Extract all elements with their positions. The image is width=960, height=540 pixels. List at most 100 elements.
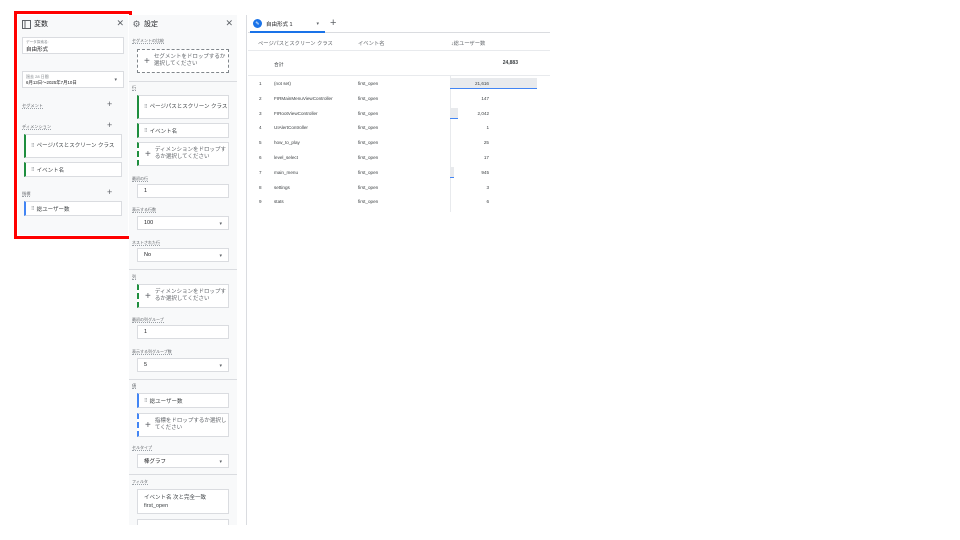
row-index: 6 xyxy=(259,155,262,160)
columns-drop-zone[interactable]: + ディメンションをドロップするか選択してください xyxy=(137,284,229,308)
dimension-chip-page-path[interactable]: ⠿ ページパスとスクリーン クラス xyxy=(24,134,122,158)
column-header-page-path[interactable]: ページパスとスクリーン クラス xyxy=(258,39,333,47)
variables-title: 変数 xyxy=(34,21,48,28)
row-index: 3 xyxy=(259,110,262,116)
row-page-path: level_select xyxy=(274,155,299,160)
row-event-name: first_open xyxy=(358,125,379,131)
close-icon[interactable]: ✕ xyxy=(116,18,124,28)
drag-handle-icon: ⠿ xyxy=(31,143,35,149)
filter-chip[interactable]: イベント名 次と完全一致 first_open xyxy=(137,489,229,514)
row-total-users: 2,042 xyxy=(477,110,490,116)
variables-panel: 変数 ✕ データ探索名: 自由形式 過去 28 日間 6月13日～2025年7月… xyxy=(18,15,128,235)
row-total-users: 945 xyxy=(481,169,489,175)
row-event-name: first_open xyxy=(358,95,379,101)
add-tab-button[interactable]: + xyxy=(330,17,336,29)
settings-panel: ⚙ 設定 ✕ セグメントの比較 + セグメントをドロップするか選択してください … xyxy=(129,15,237,525)
show-rows-value: 100 xyxy=(144,220,154,226)
rows-drop-text: ディメンションをドロップするか選択してください xyxy=(154,147,226,160)
row-page-path: settings xyxy=(274,184,290,190)
table-row[interactable]: 6 level_select first_open 17 xyxy=(248,152,550,167)
users-bar xyxy=(450,107,459,118)
row-page-path: UIAlertController xyxy=(274,125,308,131)
users-bar xyxy=(450,78,537,88)
segment-drop-zone[interactable]: + セグメントをドロップするか選択してください xyxy=(137,49,229,73)
row-page-path: FIRootViewController xyxy=(274,110,318,116)
row-event-name: first_open xyxy=(358,199,379,205)
drag-handle-icon: ⠿ xyxy=(31,166,35,173)
users-bar xyxy=(450,166,454,177)
plus-icon: + xyxy=(145,148,151,160)
totals-row: 合計 24,883 xyxy=(248,50,550,76)
chevron-down-icon: ▾ xyxy=(219,363,222,369)
cell-type-select[interactable]: 棒グラフ ▾ xyxy=(137,454,229,468)
row-total-users: 3 xyxy=(486,184,489,190)
rows-section-divider xyxy=(129,81,237,82)
row-event-name: first_open xyxy=(358,81,379,86)
tab-bar: ✎ 自由形式 1 ▾ + xyxy=(248,15,550,33)
table-row[interactable]: 5 how_to_play first_open 25 xyxy=(248,137,550,152)
row-total-users: 147 xyxy=(481,95,489,101)
cell-type-value: 棒グラフ xyxy=(144,459,167,465)
exploration-name-field[interactable]: データ探索名: 自由形式 xyxy=(22,37,124,54)
show-rows-label: 表示する行数 xyxy=(132,207,156,213)
show-rows-select[interactable]: 100 ▾ xyxy=(137,216,229,230)
chevron-down-icon: ▾ xyxy=(219,253,222,259)
row-event-name: first_open xyxy=(358,140,379,146)
row-page-path: FIRMainMenuViewController xyxy=(274,95,333,101)
table-row[interactable]: 1 (not set) first_open 21,616 xyxy=(248,78,550,93)
users-bar-underline xyxy=(450,88,537,89)
rows-drop-zone[interactable]: + ディメンションをドロップするか選択してください xyxy=(137,142,229,166)
row-total-users: 6 xyxy=(486,199,489,205)
row-chip-event-name[interactable]: ⠿ イベント名 xyxy=(137,123,229,138)
row-event-name: first_open xyxy=(358,184,379,190)
close-icon[interactable]: ✕ xyxy=(225,18,233,28)
columns-label: 列 xyxy=(132,274,137,280)
start-col-group-value: 1 xyxy=(144,329,148,335)
drag-handle-icon: ⠿ xyxy=(144,127,148,134)
dimension-chip-event-name[interactable]: ⠿ イベント名 xyxy=(24,162,122,177)
column-header-event-name[interactable]: イベント名 xyxy=(358,39,385,47)
users-bar-underline xyxy=(450,176,454,178)
nested-rows-label: ネストされた行 xyxy=(132,240,160,246)
table-row[interactable]: 8 settings first_open 3 xyxy=(248,182,550,197)
value-chip-total-users[interactable]: ⠿ 総ユーザー数 xyxy=(137,393,229,408)
tab-label: 自由形式 1 xyxy=(266,21,293,28)
start-row-input[interactable]: 1 xyxy=(137,184,229,198)
drag-handle-icon: ⠿ xyxy=(144,104,148,110)
add-dimension-button[interactable]: + xyxy=(107,121,112,130)
show-col-groups-select[interactable]: 5 ▾ xyxy=(137,358,229,372)
users-bar-underline xyxy=(450,117,459,119)
table-row[interactable]: 2 FIRMainMenuViewController first_open 147 xyxy=(248,92,550,108)
table-row[interactable]: 3 FIRootViewController first_open 2,042 xyxy=(248,107,550,123)
table-row[interactable]: 7 main_menu first_open 945 xyxy=(248,166,550,182)
row-index: 2 xyxy=(259,95,262,101)
row-index: 9 xyxy=(259,199,262,205)
values-drop-zone[interactable]: + 指標をドロップするか選択してください xyxy=(137,413,229,437)
row-index: 5 xyxy=(259,140,262,146)
filter-drop-zone[interactable] xyxy=(137,519,229,525)
values-section-divider xyxy=(129,379,237,380)
row-index: 8 xyxy=(259,184,262,190)
plus-icon: + xyxy=(145,419,151,431)
drag-handle-icon: ⠿ xyxy=(31,205,35,212)
date-range-picker[interactable]: 過去 28 日間 6月13日～2025年7月10日 ▾ xyxy=(22,71,124,88)
tab-freeform-1[interactable]: ✎ 自由形式 1 ▾ xyxy=(250,16,325,33)
chevron-down-icon: ▾ xyxy=(219,459,222,465)
table-row[interactable]: 9 stats first_open 6 xyxy=(248,196,550,211)
add-segment-button[interactable]: + xyxy=(107,100,112,109)
row-page-path: how_to_play xyxy=(274,140,300,146)
values-label: 値 xyxy=(132,383,137,389)
column-header-total-users[interactable]: ↓総ユーザー数 xyxy=(451,39,485,47)
start-col-group-input[interactable]: 1 xyxy=(137,325,229,339)
columns-drop-text: ディメンションをドロップするか選択してください xyxy=(154,289,226,302)
nested-rows-select[interactable]: No ▾ xyxy=(137,248,229,262)
value-chip-label: 総ユーザー数 xyxy=(149,398,183,405)
chevron-down-icon[interactable]: ▾ xyxy=(316,21,319,27)
chevron-down-icon: ▾ xyxy=(219,221,222,227)
add-metric-button[interactable]: + xyxy=(107,188,112,197)
metric-chip-total-users[interactable]: ⠿ 総ユーザー数 xyxy=(24,201,122,216)
row-chip-page-path[interactable]: ⠿ ページパスとスクリーン クラス xyxy=(137,95,229,119)
exploration-name-value: 自由形式 xyxy=(26,47,49,53)
date-range-value: 6月13日～2025年7月10日 xyxy=(26,80,77,85)
table-row[interactable]: 4 UIAlertController first_open 1 xyxy=(248,122,550,137)
